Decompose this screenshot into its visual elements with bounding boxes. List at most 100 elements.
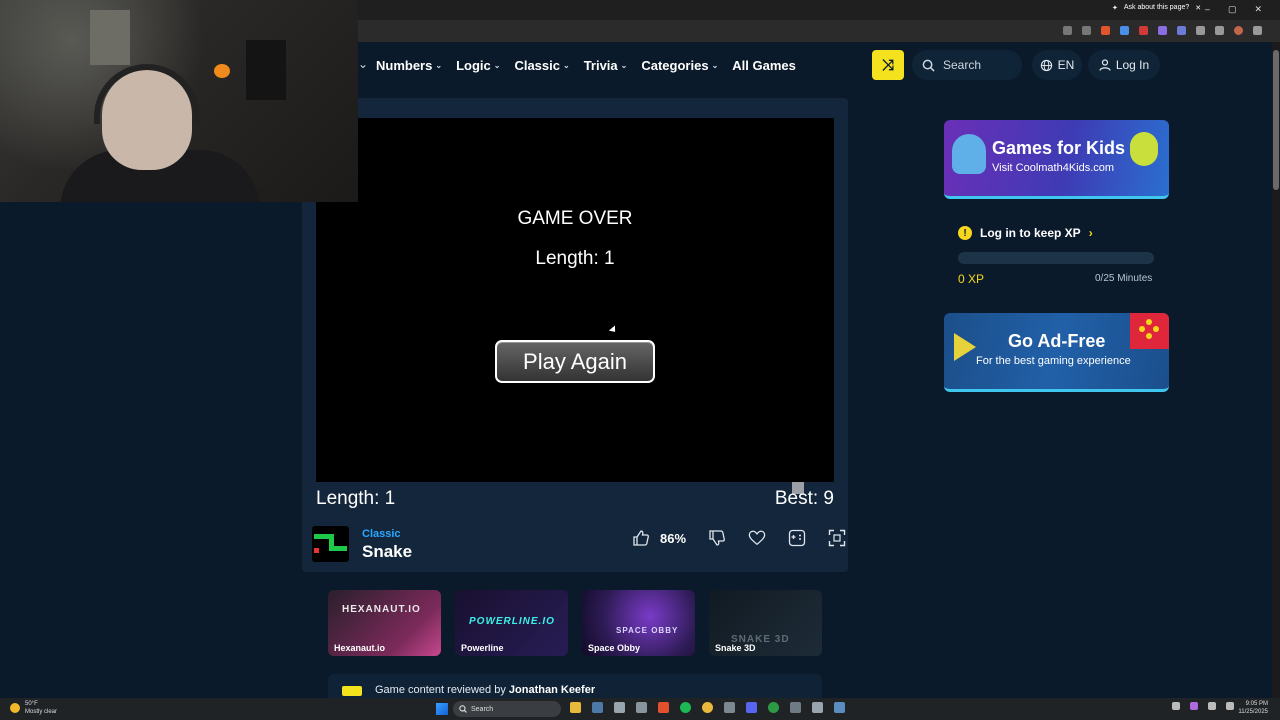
settings-icon[interactable] <box>636 702 647 713</box>
related-game-card[interactable]: SPACE OBBY Space Obby <box>582 590 695 656</box>
thumbs-up-icon[interactable] <box>632 529 650 547</box>
search-input[interactable]: Search <box>912 50 1022 80</box>
minimize-button[interactable]: – <box>1205 4 1210 15</box>
nav-item-logic[interactable]: Logic ⌄ <box>456 58 500 73</box>
nav-item-label: Classic <box>514 57 560 73</box>
steam-icon[interactable] <box>592 702 603 713</box>
file-explorer-icon[interactable] <box>570 702 581 713</box>
game-logo-art: POWERLINE.IO <box>469 616 555 627</box>
fullscreen-icon[interactable] <box>828 529 846 547</box>
language-button[interactable]: EN <box>1032 50 1082 80</box>
sparkle-icon: ✦ <box>1112 5 1118 12</box>
extension-icons <box>1063 26 1262 35</box>
windows-start-icon[interactable] <box>436 703 448 715</box>
app-icon[interactable] <box>790 702 801 713</box>
nav-item-label: Categories <box>641 57 709 73</box>
search-icon <box>459 705 467 713</box>
nav-item-label: Logic <box>456 57 491 73</box>
gamepad-icon[interactable] <box>788 529 806 547</box>
chrome-icon[interactable] <box>702 702 713 713</box>
weather-icon <box>10 703 20 713</box>
nav-item-classic[interactable]: Classic ⌄ <box>514 58 569 73</box>
spotify-icon[interactable] <box>680 702 691 713</box>
ask-about-page-button[interactable]: ✦ Ask about this page? ✕ <box>1112 4 1201 12</box>
discord-icon[interactable] <box>746 702 757 713</box>
kids-ad-title: Games for Kids <box>992 138 1126 158</box>
profile-avatar[interactable] <box>1234 26 1243 35</box>
game-logo-art: HEXANAUT.IO <box>342 604 421 615</box>
star-icon[interactable] <box>1082 26 1091 35</box>
extension-icon[interactable] <box>1158 26 1167 35</box>
related-game-card[interactable]: SNAKE 3D Snake 3D <box>709 590 822 656</box>
game-over-length: Length: 1 <box>535 248 615 269</box>
play-again-button[interactable]: Play Again <box>495 340 655 383</box>
system-clock[interactable]: 9:05 PM 11/25/2025 <box>1238 700 1268 716</box>
network-icon[interactable] <box>1208 702 1216 710</box>
length-score: Length: 1 <box>316 488 396 509</box>
restore-button[interactable]: ▢ <box>1228 4 1237 15</box>
mic-icon[interactable] <box>1190 702 1198 710</box>
chevron-down-icon: ⌄ <box>711 60 719 70</box>
kids-ad-subtitle: Visit Coolmath4Kids.com <box>992 162 1115 174</box>
log-in-button[interactable]: Log In <box>1088 50 1160 80</box>
os-taskbar: 50°F Mostly clear Search 9:05 PM 11/25/2… <box>0 698 1280 720</box>
random-game-button[interactable]: ⤨ <box>872 50 904 80</box>
weather-widget[interactable]: 50°F Mostly clear <box>10 700 57 716</box>
game-category-link[interactable]: Classic <box>362 528 401 540</box>
ask-about-page-label: Ask about this page? <box>1123 4 1190 11</box>
related-game-label: Hexanaut.io <box>334 643 386 653</box>
nav-item-trivia[interactable]: Trivia ⌄ <box>584 58 628 73</box>
nav-item-label: All Games <box>732 57 796 73</box>
reviewer-name[interactable]: Jonathan Keefer <box>509 684 595 696</box>
game-canvas[interactable]: GAME OVER Length: 1 Play Again <box>316 118 834 482</box>
sidebar-icon[interactable] <box>1215 26 1224 35</box>
game-actions: 86% <box>632 526 846 550</box>
nav-item-all-games[interactable]: All Games <box>732 58 796 73</box>
extension-icon[interactable] <box>1120 26 1129 35</box>
close-icon[interactable]: ✕ <box>1195 4 1201 12</box>
game-logo-art: SPACE OBBY <box>616 626 679 635</box>
menu-icon[interactable] <box>1253 26 1262 35</box>
adfree-subtitle: For the best gaming experience <box>976 355 1131 367</box>
page-scrollbar[interactable] <box>1272 42 1280 698</box>
log-in-to-keep-xp-link[interactable]: ! Log in to keep XP › <box>958 226 1093 240</box>
scroll-thumb[interactable] <box>1273 50 1279 190</box>
steam-icon[interactable] <box>834 702 845 713</box>
clock-date: 11/25/2025 <box>1238 709 1268 715</box>
game-info-bar: Classic Snake 86% <box>312 526 846 566</box>
app-icon[interactable] <box>812 702 823 713</box>
thumbs-down-icon[interactable] <box>708 529 726 547</box>
taskbar-apps <box>570 702 845 713</box>
app-icon[interactable] <box>614 702 625 713</box>
user-icon <box>1099 59 1111 71</box>
games-for-kids-ad[interactable]: Games for Kids Visit Coolmath4Kids.com <box>944 120 1169 199</box>
rating-percent: 86% <box>660 530 687 546</box>
nav-item-label: Trivia <box>583 57 618 73</box>
alien-icon <box>1130 132 1158 166</box>
brave-icon[interactable] <box>658 702 669 713</box>
chevron-up-icon[interactable] <box>1172 702 1180 710</box>
search-placeholder: Search <box>943 58 982 72</box>
zoom-icon[interactable] <box>1063 26 1072 35</box>
heart-icon[interactable] <box>748 529 766 547</box>
extension-icon[interactable] <box>1177 26 1186 35</box>
chevron-down-icon: ⌄ <box>620 60 628 70</box>
extension-icon[interactable] <box>1139 26 1148 35</box>
taskbar-search[interactable]: Search <box>453 701 561 717</box>
extension-icon[interactable] <box>1101 26 1110 35</box>
xbox-icon[interactable] <box>768 702 779 713</box>
puzzle-icon[interactable] <box>1196 26 1205 35</box>
chevron-down-icon: ⌄ <box>562 60 570 70</box>
gamepad-icon <box>1130 313 1169 349</box>
related-game-card[interactable]: POWERLINE.IO Powerline <box>455 590 568 656</box>
app-icon[interactable] <box>724 702 735 713</box>
related-game-card[interactable]: HEXANAUT.IO Hexanaut.io <box>328 590 441 656</box>
close-window-button[interactable]: ✕ <box>1254 4 1262 15</box>
search-icon <box>922 59 935 72</box>
go-ad-free-ad[interactable]: Go Ad-Free For the best gaming experienc… <box>944 313 1169 392</box>
nav-item-numbers[interactable]: Numbers ⌄ <box>376 58 442 73</box>
volume-icon[interactable] <box>1226 702 1234 710</box>
best-score: Best: 9 <box>774 488 834 509</box>
reviewed-prefix: Game content reviewed by <box>375 684 506 696</box>
nav-item-categories[interactable]: Categories ⌄ <box>641 58 718 73</box>
